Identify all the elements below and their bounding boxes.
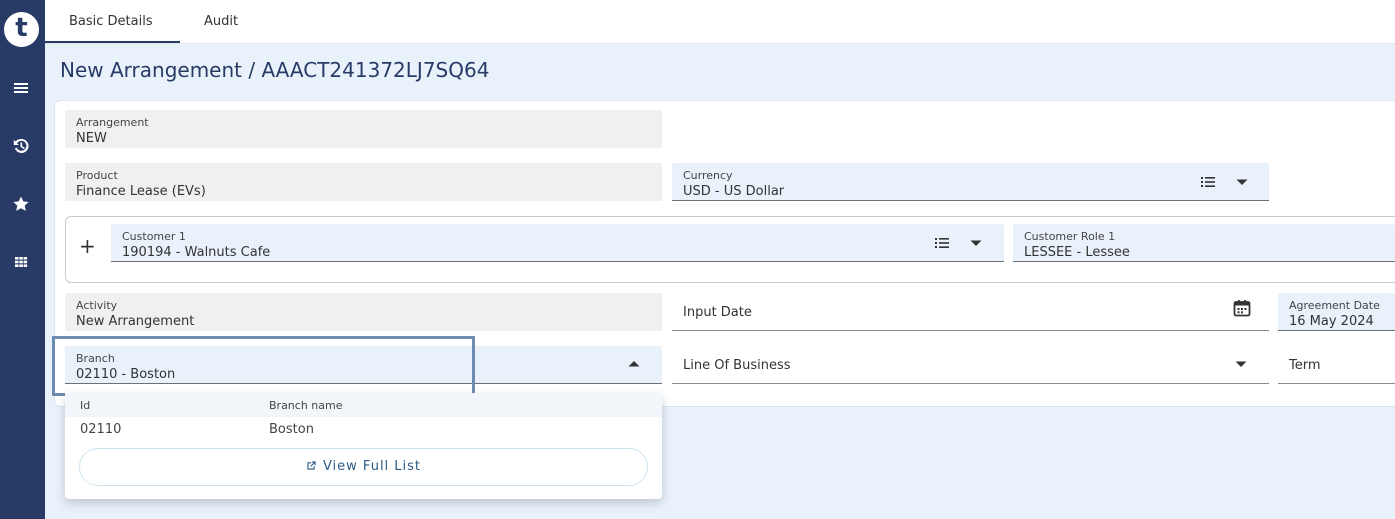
view-full-list-button[interactable]: View Full List bbox=[79, 448, 648, 486]
currency-field[interactable]: Currency USD - US Dollar bbox=[672, 163, 1269, 201]
dropdown-row[interactable]: 02110 Boston bbox=[65, 420, 662, 440]
input-date-placeholder: Input Date bbox=[683, 305, 752, 320]
chevron-down-icon[interactable] bbox=[1232, 355, 1250, 373]
currency-value: USD - US Dollar bbox=[683, 184, 785, 199]
view-full-list-label: View Full List bbox=[322, 459, 422, 474]
branch-dropdown: Id Branch name 02110 Boston View Full Li… bbox=[65, 393, 662, 499]
external-link-icon bbox=[307, 461, 316, 470]
activity-value: New Arrangement bbox=[76, 314, 195, 329]
menu-icon[interactable] bbox=[11, 78, 31, 98]
agreement-date-value: 16 May 2024 bbox=[1289, 314, 1374, 329]
dropdown-header: Id Branch name bbox=[65, 393, 662, 417]
tab-audit[interactable]: Audit bbox=[180, 0, 262, 43]
column-id: Id bbox=[80, 399, 91, 412]
add-customer-button[interactable]: + bbox=[79, 234, 96, 258]
term-field[interactable]: Term bbox=[1278, 346, 1395, 384]
activity-field: Activity New Arrangement bbox=[65, 293, 662, 331]
customer1-field[interactable]: Customer 1 190194 - Walnuts Cafe bbox=[111, 224, 1004, 262]
product-value: Finance Lease (EVs) bbox=[76, 184, 206, 199]
customer-role1-value: LESSEE - Lessee bbox=[1024, 245, 1130, 260]
product-label: Product bbox=[76, 169, 118, 182]
currency-label: Currency bbox=[683, 169, 733, 182]
line-of-business-field[interactable]: Line Of Business bbox=[672, 346, 1269, 384]
input-date-field[interactable]: Input Date bbox=[672, 293, 1269, 331]
term-placeholder: Term bbox=[1289, 358, 1321, 373]
chevron-up-icon[interactable] bbox=[625, 355, 643, 373]
agreement-date-field[interactable]: Agreement Date 16 May 2024 bbox=[1278, 293, 1395, 331]
sidebar: t bbox=[0, 0, 45, 519]
app-logo[interactable]: t bbox=[4, 12, 39, 47]
customer-role1-label: Customer Role 1 bbox=[1024, 230, 1116, 243]
history-icon[interactable] bbox=[11, 136, 31, 156]
customer1-value: 190194 - Walnuts Cafe bbox=[122, 245, 271, 260]
activity-label: Activity bbox=[76, 299, 118, 312]
list-icon[interactable] bbox=[1199, 173, 1217, 191]
arrangement-value: NEW bbox=[76, 131, 107, 146]
apps-grid-icon[interactable] bbox=[11, 252, 31, 272]
line-of-business-placeholder: Line Of Business bbox=[683, 358, 791, 373]
tab-bar: Basic Details Audit bbox=[45, 0, 1395, 44]
chevron-down-icon[interactable] bbox=[967, 234, 985, 252]
list-icon[interactable] bbox=[933, 234, 951, 252]
row-id: 02110 bbox=[80, 422, 122, 437]
page-title: New Arrangement / AAACT241372LJ7SQ64 bbox=[60, 58, 490, 82]
tab-basic-details[interactable]: Basic Details bbox=[45, 0, 180, 43]
branch-highlight bbox=[52, 336, 475, 396]
customer-role1-field[interactable]: Customer Role 1 LESSEE - Lessee bbox=[1013, 224, 1395, 262]
calendar-icon[interactable] bbox=[1232, 298, 1252, 318]
arrangement-field: Arrangement NEW bbox=[65, 110, 662, 148]
column-branch-name: Branch name bbox=[269, 399, 343, 412]
star-icon[interactable] bbox=[11, 194, 31, 214]
customer1-label: Customer 1 bbox=[122, 230, 186, 243]
product-field: Product Finance Lease (EVs) bbox=[65, 163, 662, 201]
chevron-down-icon[interactable] bbox=[1233, 173, 1251, 191]
agreement-date-label: Agreement Date bbox=[1289, 299, 1380, 312]
row-branch-name: Boston bbox=[269, 422, 314, 437]
arrangement-label: Arrangement bbox=[76, 116, 149, 129]
